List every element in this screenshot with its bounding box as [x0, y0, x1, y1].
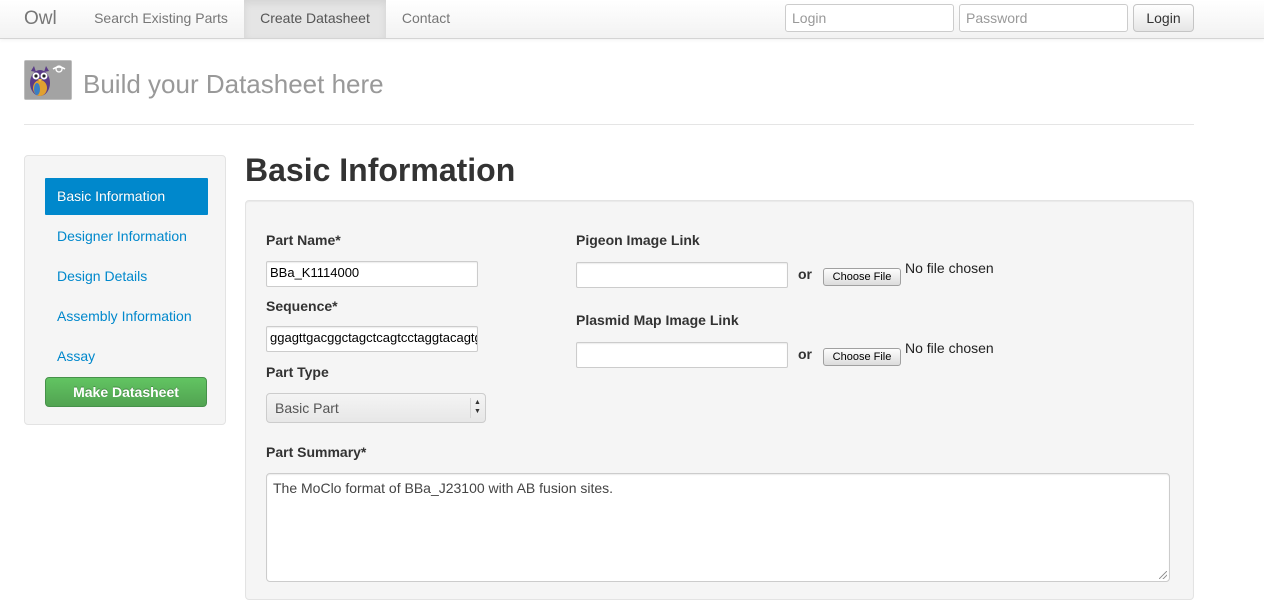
pigeon-or-text: or [798, 266, 812, 282]
nav-contact[interactable]: Contact [386, 0, 466, 38]
part-name-input[interactable]: BBa_K1114000 [266, 261, 478, 287]
part-type-select[interactable]: Basic Part ▲ ▼ [266, 393, 486, 423]
page-header-title: Build your Datasheet here [83, 69, 384, 99]
plasmid-choose-file-button[interactable]: Choose File [823, 348, 901, 366]
top-navbar: Owl Search Existing Parts Create Datashe… [0, 0, 1264, 39]
brand-link[interactable]: Owl [24, 8, 57, 30]
part-type-value: Basic Part [275, 400, 339, 416]
plasmid-file-status: No file chosen [905, 340, 994, 356]
login-button[interactable]: Login [1133, 4, 1194, 32]
sidebar-item-designer-information[interactable]: Designer Information [45, 218, 208, 255]
nav-create-datasheet[interactable]: Create Datasheet [244, 0, 386, 38]
sidebar-item-design-details[interactable]: Design Details [45, 258, 208, 295]
section-title: Basic Information [245, 152, 516, 188]
sequence-input[interactable]: ggagttgacggctagctcagtcctaggtacagtgctagc [266, 326, 478, 352]
pigeon-image-link-input[interactable] [576, 262, 788, 288]
part-summary-textarea[interactable]: The MoClo format of BBa_J23100 with AB f… [266, 473, 1170, 582]
pigeon-image-label: Pigeon Image Link [576, 232, 700, 248]
part-summary-text: The MoClo format of BBa_J23100 with AB f… [273, 480, 614, 496]
sidebar: Basic Information Designer Information D… [24, 155, 226, 425]
plasmid-or-text: or [798, 346, 812, 362]
owl-logo-icon [24, 60, 72, 100]
resize-grip-icon[interactable] [1159, 571, 1167, 579]
part-name-label: Part Name* [266, 232, 341, 248]
sequence-label: Sequence* [266, 298, 338, 314]
plasmid-map-link-input[interactable] [576, 342, 788, 368]
sidebar-item-assembly-information[interactable]: Assembly Information [45, 298, 208, 335]
sidebar-item-assay[interactable]: Assay [45, 338, 208, 375]
password-input[interactable] [959, 4, 1128, 32]
make-datasheet-button[interactable]: Make Datasheet [45, 377, 207, 407]
part-summary-label: Part Summary* [266, 444, 367, 460]
sidebar-item-basic-information[interactable]: Basic Information [45, 178, 208, 215]
part-type-label: Part Type [266, 364, 329, 380]
login-input[interactable] [785, 4, 954, 32]
plasmid-map-label: Plasmid Map Image Link [576, 312, 739, 328]
pigeon-choose-file-button[interactable]: Choose File [823, 268, 901, 286]
nav-search-existing-parts[interactable]: Search Existing Parts [78, 0, 244, 38]
basic-information-form: Part Name* BBa_K1114000 Sequence* ggagtt… [245, 200, 1194, 600]
header-divider [24, 124, 1194, 125]
select-arrows-icon: ▲ ▼ [470, 398, 484, 418]
pigeon-file-status: No file chosen [905, 260, 994, 276]
